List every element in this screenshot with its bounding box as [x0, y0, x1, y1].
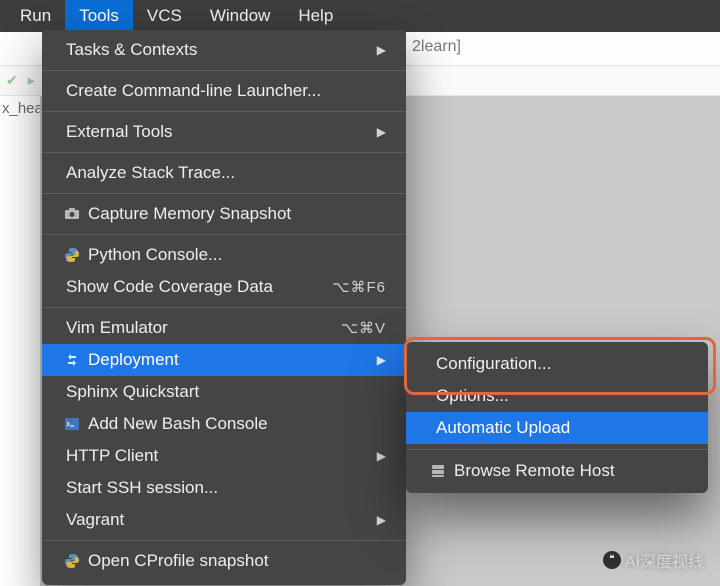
menuitem-capture-memory-snapshot[interactable]: Capture Memory Snapshot — [42, 198, 406, 230]
shortcut: ⌥⌘F6 — [332, 278, 386, 296]
menuitem-vim-emulator[interactable]: Vim Emulator ⌥⌘V — [42, 312, 406, 344]
separator — [42, 193, 406, 194]
menu-help[interactable]: Help — [284, 0, 347, 32]
chevron-right-icon: ▶ — [377, 43, 386, 57]
separator — [42, 307, 406, 308]
menuitem-external-tools[interactable]: External Tools ▶ — [42, 116, 406, 148]
chevron-right-icon: ▶ — [377, 353, 386, 367]
menuitem-add-bash-console[interactable]: Add New Bash Console — [42, 408, 406, 440]
submenuitem-browse-remote-host[interactable]: Browse Remote Host — [406, 455, 708, 487]
menubar: Run Tools VCS Window Help — [0, 0, 720, 32]
tools-dropdown: Tasks & Contexts ▶ Create Command-line L… — [42, 30, 406, 585]
menu-run[interactable]: Run — [6, 0, 65, 32]
chevron-right-icon: ▶ — [377, 513, 386, 527]
check-icon: ✔ — [6, 72, 18, 89]
menuitem-tasks-contexts[interactable]: Tasks & Contexts ▶ — [42, 34, 406, 66]
menuitem-deployment[interactable]: Deployment ▶ — [42, 344, 406, 376]
menuitem-python-console[interactable]: Python Console... — [42, 239, 406, 271]
editor-tab-strip: x_hea — [0, 96, 40, 586]
separator — [406, 449, 708, 450]
menuitem-http-client[interactable]: HTTP Client ▶ — [42, 440, 406, 472]
wechat-icon: ❝ — [603, 551, 621, 569]
submenuitem-configuration[interactable]: Configuration... — [406, 348, 708, 380]
menuitem-code-coverage[interactable]: Show Code Coverage Data ⌥⌘F6 — [42, 271, 406, 303]
menuitem-sphinx-quickstart[interactable]: Sphinx Quickstart — [42, 376, 406, 408]
menu-vcs[interactable]: VCS — [133, 0, 196, 32]
menuitem-create-launcher[interactable]: Create Command-line Launcher... — [42, 75, 406, 107]
menuitem-start-ssh[interactable]: Start SSH session... — [42, 472, 406, 504]
deployment-submenu: Configuration... Options... Automatic Up… — [406, 342, 708, 493]
menuitem-analyze-stack-trace[interactable]: Analyze Stack Trace... — [42, 157, 406, 189]
separator — [42, 152, 406, 153]
play-icon: ▸ — [28, 72, 35, 89]
menuitem-open-cprofile[interactable]: Open CProfile snapshot — [42, 545, 406, 577]
menu-tools[interactable]: Tools — [65, 0, 133, 32]
submenuitem-options[interactable]: Options... — [406, 380, 708, 412]
menu-window[interactable]: Window — [196, 0, 284, 32]
tab-name-fragment: x_hea — [0, 96, 40, 117]
separator — [42, 540, 406, 541]
camera-icon — [62, 206, 82, 222]
shortcut: ⌥⌘V — [341, 319, 386, 337]
python-icon — [62, 553, 82, 569]
watermark: ❝ AI深度视线 — [603, 548, 704, 572]
python-icon — [62, 247, 82, 263]
chevron-right-icon: ▶ — [377, 125, 386, 139]
menuitem-vagrant[interactable]: Vagrant ▶ — [42, 504, 406, 536]
separator — [42, 70, 406, 71]
project-title-fragment: 2learn] — [412, 38, 461, 56]
terminal-icon — [62, 416, 82, 432]
submenuitem-automatic-upload[interactable]: Automatic Upload — [406, 412, 708, 444]
sync-icon — [62, 352, 82, 368]
separator — [42, 234, 406, 235]
server-icon — [428, 463, 448, 479]
separator — [42, 111, 406, 112]
chevron-right-icon: ▶ — [377, 449, 386, 463]
